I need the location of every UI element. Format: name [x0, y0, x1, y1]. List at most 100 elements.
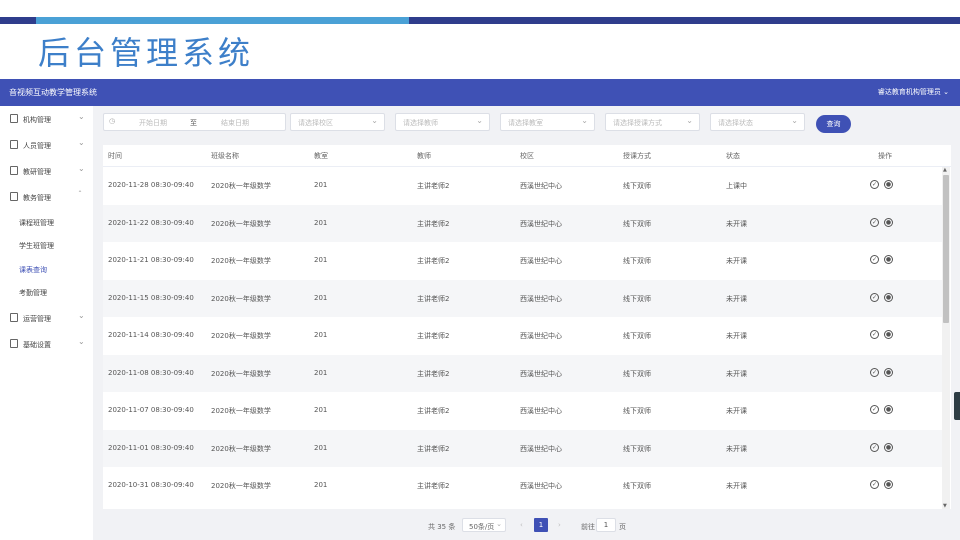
table-cell: 主讲老师2 [417, 182, 450, 190]
table-scrollbar[interactable]: ▲ ▼ [942, 167, 950, 509]
date-range-picker[interactable]: ◷ 开始日期 至 结束日期 [103, 113, 286, 131]
teacher-select[interactable]: 请选择教师 ⌄ [395, 113, 490, 131]
table-cell: 2020秋一年级数学 [211, 219, 271, 228]
table-row: 2020-11-07 08:30-09:40 2020秋一年级数学 201 主讲老师2… [103, 392, 943, 429]
chevron-down-icon: ⌄ [476, 116, 483, 125]
sidebar-item-label: 教务管理 [23, 194, 51, 202]
sidebar-sub-label: 课程班管理 [19, 219, 54, 227]
page-size-select[interactable]: 50条/页 ⌄ [462, 518, 506, 532]
status-select[interactable]: 请选择状态 ⌄ [710, 113, 805, 131]
table-cell: 西溪世纪中心 [520, 294, 562, 303]
end-date-placeholder: 结束日期 [221, 119, 249, 127]
table-cell: 西溪世纪中心 [520, 444, 562, 453]
table-cell: 2020-11-28 08:30-09:40 [108, 181, 194, 189]
record-circle-icon[interactable]: ● [884, 442, 893, 452]
total-count: 共 35 条 [428, 523, 456, 531]
campus-select[interactable]: 请选择校区 ⌄ [290, 113, 385, 131]
bar-segment-light [36, 17, 409, 24]
table-cell: 201 [314, 368, 328, 377]
scroll-up-icon[interactable]: ▲ [943, 167, 947, 173]
record-circle-icon[interactable]: ● [884, 217, 893, 227]
table-cell: 线下双师 [623, 332, 651, 340]
record-circle-icon[interactable]: ● [884, 255, 893, 264]
table-cell: 2020秋一年级数学 [211, 294, 271, 303]
status-placeholder: 请选择状态 [718, 119, 753, 127]
page-1-button[interactable]: 1 [534, 518, 548, 532]
record-circle-icon[interactable]: ● [884, 180, 893, 189]
record-circle-icon[interactable]: ● [884, 405, 893, 414]
column-header: 教室 [314, 152, 328, 160]
next-page-icon[interactable]: › [558, 521, 561, 529]
scroll-down-icon[interactable]: ▼ [943, 503, 947, 509]
table-cell: 主讲老师2 [417, 257, 450, 265]
check-circle-icon[interactable]: ✓ [870, 367, 879, 377]
sidebar-item-research[interactable]: 教研管理 ⌄ [0, 161, 93, 181]
column-header: 操作 [878, 152, 892, 160]
table-cell: 201 [314, 481, 328, 489]
table-cell: 201 [314, 256, 328, 264]
record-circle-icon[interactable]: ● [884, 480, 893, 489]
record-circle-icon[interactable]: ● [884, 292, 893, 302]
check-circle-icon[interactable]: ✓ [870, 255, 879, 264]
table-row: 2020-11-08 08:30-09:40 2020秋一年级数学 201 主讲老师2… [103, 354, 943, 392]
classroom-select[interactable]: 请选择教室 ⌄ [500, 113, 595, 131]
teaching-mode-select[interactable]: 请选择授课方式 ⌄ [605, 113, 700, 131]
chevron-down-icon: ⌄ [791, 116, 798, 125]
goto-label: 前往 [581, 523, 595, 531]
sidebar-sub-schedule[interactable]: 课表查询 [0, 259, 93, 279]
check-circle-icon[interactable]: ✓ [870, 217, 879, 227]
goto-page-input[interactable]: 1 [596, 518, 616, 532]
table-cell: 主讲老师2 [417, 332, 450, 340]
prev-page-icon[interactable]: ‹ [520, 521, 523, 529]
table-cell: 2020秋一年级数学 [211, 482, 271, 490]
chevron-down-icon: ⌄ [78, 112, 85, 121]
table-cell: 2020-11-01 08:30-09:40 [108, 443, 194, 452]
sidebar-item-operations[interactable]: 运营管理 ⌄ [0, 308, 93, 328]
doc-icon [10, 192, 18, 201]
doc-icon [10, 140, 18, 149]
sidebar-item-staff[interactable]: 人员管理 ⌄ [0, 135, 93, 155]
table-cell: 2020秋一年级数学 [211, 407, 271, 415]
doc-icon [10, 313, 18, 322]
sidebar-sub-label: 课表查询 [19, 266, 47, 274]
chevron-down-icon: ⌄ [686, 116, 693, 125]
check-circle-icon[interactable]: ✓ [870, 330, 879, 339]
start-date-placeholder: 开始日期 [139, 119, 167, 127]
chevron-down-icon: ⌄ [496, 520, 502, 528]
table-cell: 201 [314, 293, 328, 302]
floating-side-tab[interactable] [954, 392, 960, 420]
check-circle-icon[interactable]: ✓ [870, 180, 879, 189]
campus-placeholder: 请选择校区 [298, 119, 333, 127]
user-menu[interactable]: 睿达教育机构管理员 ⌄ [878, 87, 949, 97]
table-cell: 2020-11-07 08:30-09:40 [108, 406, 194, 414]
record-circle-icon[interactable]: ● [884, 367, 893, 377]
table-cell: 线下双师 [623, 182, 651, 190]
column-header: 教师 [417, 152, 431, 160]
table-cell: 2020秋一年级数学 [211, 257, 271, 265]
table-cell: 上课中 [726, 182, 747, 190]
sidebar-sub-student-class[interactable]: 学生班管理 [0, 235, 93, 255]
chevron-down-icon: ⌄ [581, 116, 588, 125]
table-cell: 2020-10-31 08:30-09:40 [108, 481, 194, 489]
sidebar-item-label: 人员管理 [23, 142, 51, 150]
sidebar-item-basic-settings[interactable]: 基础设置 ⌄ [0, 334, 93, 354]
scrollbar-thumb[interactable] [943, 175, 949, 323]
query-button[interactable]: 查询 [816, 115, 851, 133]
sidebar-sub-attendance[interactable]: 考勤管理 [0, 282, 93, 302]
sidebar-sub-course-class[interactable]: 课程班管理 [0, 212, 93, 232]
teacher-placeholder: 请选择教师 [403, 119, 438, 127]
check-circle-icon[interactable]: ✓ [870, 480, 879, 489]
sidebar-item-academic[interactable]: 教务管理 ˆ [0, 187, 93, 207]
table-cell: 2020-11-14 08:30-09:40 [108, 331, 194, 339]
table-cell: 2020-11-21 08:30-09:40 [108, 256, 194, 264]
table-cell: 西溪世纪中心 [520, 407, 562, 415]
record-circle-icon[interactable]: ● [884, 330, 893, 339]
check-circle-icon[interactable]: ✓ [870, 442, 879, 452]
table-cell: 西溪世纪中心 [520, 257, 562, 265]
sidebar-item-org[interactable]: 机构管理 ⌄ [0, 109, 93, 129]
check-circle-icon[interactable]: ✓ [870, 292, 879, 302]
check-circle-icon[interactable]: ✓ [870, 405, 879, 414]
table-row: 2020-10-31 08:30-09:40 2020秋一年级数学 201 主讲老师2… [103, 467, 943, 504]
table-cell: 2020秋一年级数学 [211, 369, 271, 378]
column-header: 授课方式 [623, 152, 651, 160]
